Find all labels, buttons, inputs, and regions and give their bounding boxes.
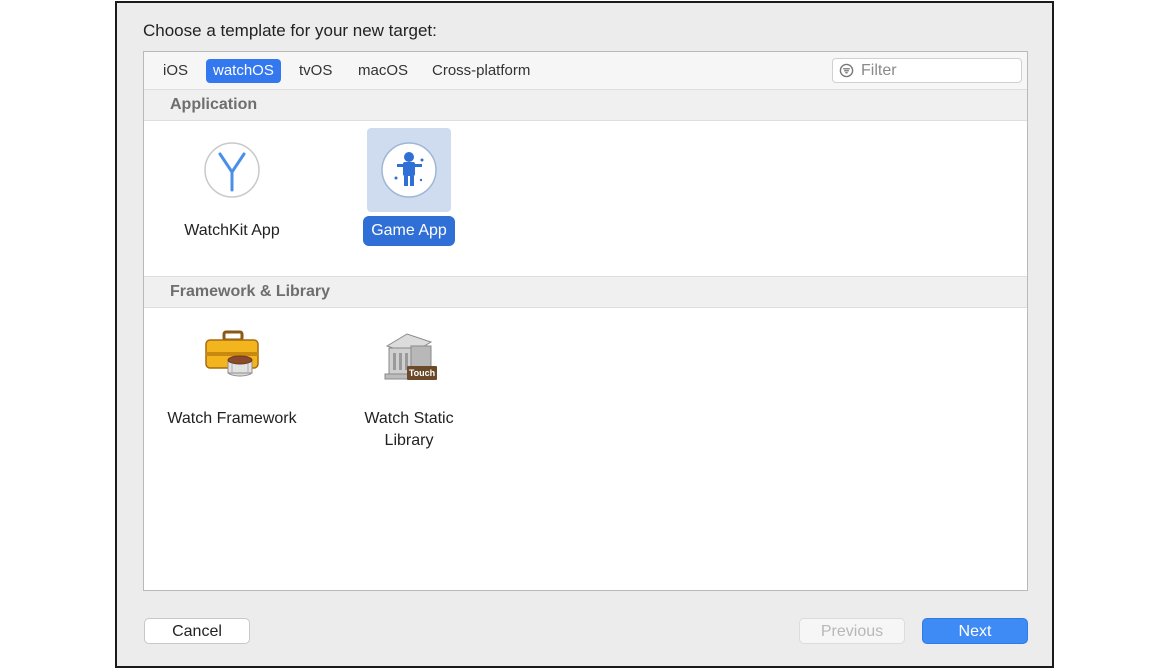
template-watch-static-library[interactable]: Touch Watch Static Library	[334, 316, 484, 455]
watchkit-app-label: WatchKit App	[184, 222, 280, 239]
watchkit-app-icon-wrap	[190, 128, 274, 212]
previous-button[interactable]: Previous	[799, 618, 905, 644]
next-button[interactable]: Next	[922, 618, 1028, 644]
tab-cross-platform[interactable]: Cross-platform	[425, 59, 537, 83]
watch-static-library-icon-wrap: Touch	[367, 316, 451, 400]
tab-watchos[interactable]: watchOS	[206, 59, 281, 83]
section-title-application: Application	[170, 96, 258, 113]
platform-toolbar: iOS watchOS tvOS macOS Cross-platform	[144, 52, 1027, 90]
game-app-label: Game App	[363, 216, 455, 246]
section-header-framework-library: Framework & Library	[144, 276, 1027, 308]
watchkit-app-icon	[204, 142, 260, 198]
section-title-framework-library: Framework & Library	[170, 283, 331, 300]
watch-framework-label: Watch Framework	[167, 410, 297, 427]
watch-static-library-icon	[384, 333, 437, 380]
template-panel: iOS watchOS tvOS macOS Cross-platform Ap…	[143, 51, 1028, 591]
template-game-app[interactable]: Game App	[334, 128, 484, 246]
watch-framework-icon-wrap	[190, 316, 274, 400]
template-watch-framework[interactable]: Watch Framework	[157, 316, 307, 434]
filter-field[interactable]	[832, 58, 1022, 83]
tab-macos[interactable]: macOS	[351, 59, 415, 83]
new-target-sheet: Choose a template for your new target: i…	[115, 1, 1054, 668]
game-app-icon-wrap	[367, 128, 451, 212]
filter-icon	[839, 63, 854, 78]
section-header-application: Application	[144, 89, 1027, 121]
game-app-icon	[381, 142, 437, 198]
touch-badge: Touch	[408, 368, 436, 378]
tab-ios[interactable]: iOS	[156, 59, 195, 83]
template-watchkit-app[interactable]: WatchKit App	[157, 128, 307, 246]
watch-static-library-label: Watch Static Library	[364, 410, 454, 449]
watch-framework-icon	[205, 330, 259, 377]
tab-tvos[interactable]: tvOS	[292, 59, 339, 83]
dialog-prompt: Choose a template for your new target:	[143, 21, 437, 40]
cancel-button[interactable]: Cancel	[144, 618, 250, 644]
filter-input[interactable]	[859, 60, 1018, 82]
